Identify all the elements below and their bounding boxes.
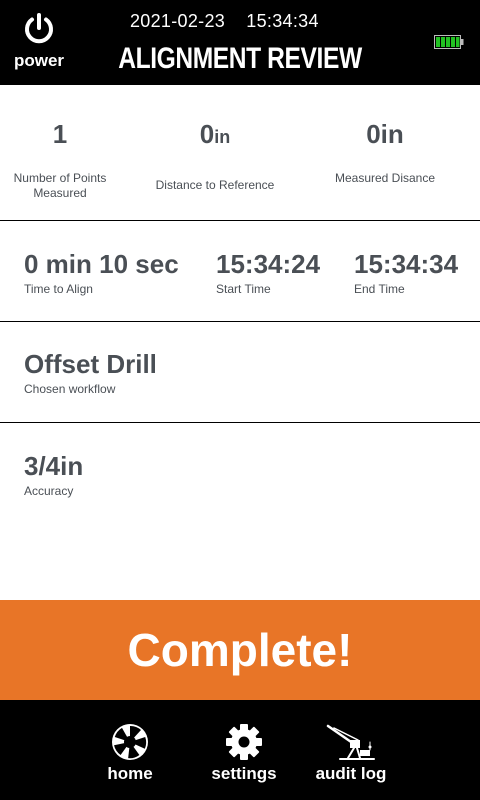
page-title: ALIGNMENT REVIEW	[118, 42, 362, 75]
start-time-stat: 15:34:24 Start Time	[216, 249, 320, 296]
accuracy-stat: 3/4in Accuracy	[24, 451, 83, 498]
workflow-label: Chosen workflow	[24, 382, 116, 396]
end-time-value: 15:34:34	[354, 249, 459, 279]
workflow-stat: Offset Drill Chosen workflow	[24, 349, 157, 396]
distance-to-reference-value: 0	[199, 119, 215, 149]
complete-button[interactable]: Complete!	[0, 600, 480, 700]
aperture-home-icon	[112, 724, 148, 760]
distance-to-reference-unit: in	[214, 127, 231, 147]
nav-audit-log-button[interactable]: audit log	[314, 722, 388, 786]
points-measured-label: Number of Points Measured	[13, 171, 107, 200]
end-time-label: End Time	[354, 282, 405, 296]
nav-audit-log-label: audit log	[315, 764, 387, 783]
summary-section: 1 Number of Points Measured 0in Distance…	[0, 85, 480, 221]
accuracy-label: Accuracy	[24, 484, 74, 498]
drill-rig-icon	[326, 724, 375, 760]
nav-home-button[interactable]: home	[100, 722, 160, 786]
points-measured-stat: 1 Number of Points Measured	[0, 119, 120, 201]
measured-distance-value: 0in	[366, 119, 404, 149]
nav-settings-button[interactable]: settings	[208, 722, 280, 786]
distance-to-reference-stat: 0in Distance to Reference	[140, 119, 290, 193]
gear-icon	[226, 724, 262, 760]
end-time-stat: 15:34:34 End Time	[354, 249, 458, 296]
header-bar: power 2021-02-23 15:34:34 ALIGNMENT REVI…	[0, 0, 480, 85]
datetime: 2021-02-23 15:34:34	[130, 11, 319, 32]
timing-section: 0 min 10 sec Time to Align 15:34:24 Star…	[0, 221, 480, 322]
accuracy-section: 3/4in Accuracy	[0, 423, 480, 600]
measured-distance-label: Measured Disance	[334, 171, 436, 185]
points-measured-value: 1	[52, 119, 68, 149]
start-time-label: Start Time	[216, 282, 271, 296]
measured-distance-stat: 0in Measured Disance	[320, 119, 450, 186]
time-to-align-label: Time to Align	[24, 282, 93, 296]
accuracy-value: 3/4in	[24, 451, 84, 481]
date-text: 2021-02-23	[130, 11, 226, 31]
workflow-value: Offset Drill	[24, 349, 157, 379]
battery-icon	[434, 35, 464, 49]
bottom-nav: home settings audit log	[0, 700, 480, 800]
start-time-value: 15:34:24	[216, 249, 321, 279]
time-to-align-stat: 0 min 10 sec Time to Align	[24, 249, 179, 296]
workflow-section: Offset Drill Chosen workflow	[0, 322, 480, 423]
time-to-align-value: 0 min 10 sec	[24, 249, 179, 279]
nav-home-label: home	[107, 764, 153, 783]
time-text: 15:34:34	[246, 11, 319, 31]
power-icon	[25, 13, 53, 44]
distance-to-reference-label: Distance to Reference	[155, 178, 275, 192]
nav-settings-label: settings	[211, 764, 277, 783]
